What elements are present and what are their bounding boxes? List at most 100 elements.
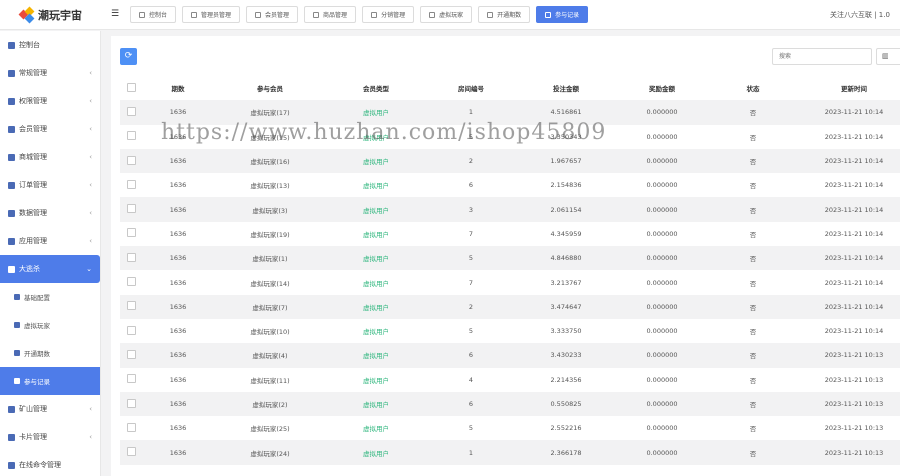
row-select-cell[interactable]: [120, 392, 142, 416]
row-checkbox[interactable]: [126, 447, 136, 457]
table-cell: 1: [468, 448, 474, 457]
table-cell: 否: [749, 133, 757, 142]
table-row[interactable]: 1636 虚拟玩家(10) 虚拟用户 5 3.333750 0.000000 否 2023-1…: [120, 318, 900, 344]
column-header[interactable]: 投注金额: [516, 76, 616, 100]
tab-7[interactable]: 参与记录: [536, 6, 589, 23]
row-select-cell[interactable]: [120, 222, 142, 246]
tab-4[interactable]: 分销管理: [362, 6, 415, 23]
table-row[interactable]: 1636 虚拟玩家(3) 虚拟用户 3 2.061154 0.000000 否 2023-11…: [120, 197, 900, 222]
row-checkbox[interactable]: [126, 106, 136, 116]
table-cell: 1636: [169, 351, 187, 360]
table-cell: 1636: [169, 205, 187, 214]
logo[interactable]: 潮玩宇宙: [0, 0, 101, 30]
row-select-cell[interactable]: [120, 416, 142, 440]
row-checkbox[interactable]: [126, 374, 136, 384]
table-row[interactable]: 1636 虚拟玩家(24) 虚拟用户 1 2.366178 0.000000 否 2023-1…: [120, 440, 900, 465]
row-select-cell[interactable]: [120, 125, 142, 149]
row-checkbox[interactable]: [126, 131, 136, 141]
table-row[interactable]: 1636 虚拟玩家(4) 虚拟用户 6 3.430233 0.000000 否 2023-11…: [120, 343, 900, 368]
top-bar: 潮玩宇宙 ☰ 控制台 管理员管理 会员管理 商品管理 分销管理 虚拟玩家 开通期数 参与记录 …: [0, 0, 900, 30]
column-header[interactable]: 状态: [708, 76, 798, 100]
row-checkbox[interactable]: [126, 422, 136, 432]
column-header[interactable]: 参与会员: [214, 76, 326, 100]
row-checkbox[interactable]: [126, 252, 136, 262]
table-row[interactable]: 1636 虚拟玩家(25) 虚拟用户 5 2.552216 0.000000 否 2023-1…: [120, 416, 900, 441]
table-cell: 2023-11-21 10:14: [824, 157, 884, 166]
row-checkbox[interactable]: [126, 301, 136, 311]
select-all-cell[interactable]: [120, 76, 142, 100]
sidebar-item-label: 商城管理: [19, 153, 47, 161]
row-select-cell[interactable]: [120, 173, 142, 197]
columns-button[interactable]: ▥: [876, 48, 900, 65]
menu-toggle-icon[interactable]: ☰: [111, 9, 119, 19]
select-all-checkbox[interactable]: [126, 82, 136, 92]
table-cell: 否: [749, 230, 757, 239]
table-row[interactable]: 1636 虚拟玩家(17) 虚拟用户 1 4.516861 0.000000 否 2023-1…: [120, 100, 900, 125]
table-row[interactable]: 1636 虚拟玩家(7) 虚拟用户 2 3.474647 0.000000 否 2023-11…: [120, 294, 900, 319]
row-select-cell[interactable]: [120, 149, 142, 173]
row-select-cell[interactable]: [120, 440, 142, 464]
row-select-cell[interactable]: [120, 246, 142, 270]
tab-5[interactable]: 虚拟玩家: [420, 6, 473, 23]
row-select-cell[interactable]: [120, 270, 142, 294]
sidebar-item-main-6[interactable]: 数据管理 ‹: [0, 199, 100, 227]
table-cell: 0.000000: [646, 278, 678, 287]
top-right-text[interactable]: 关注八六互联 | 1.0: [830, 10, 900, 20]
row-checkbox[interactable]: [126, 228, 136, 238]
row-select-cell[interactable]: [120, 368, 142, 392]
sidebar-item-after-2[interactable]: 在线命令管理: [0, 451, 100, 476]
sidebar-item-main-2[interactable]: 权限管理 ‹: [0, 87, 100, 115]
row-select-cell[interactable]: [120, 343, 142, 367]
sidebar-item-main-5[interactable]: 订单管理 ‹: [0, 171, 100, 199]
table-cell: 2023-11-21 10:14: [824, 205, 884, 214]
row-checkbox[interactable]: [126, 179, 136, 189]
sidebar-item-main-7[interactable]: 应用管理 ‹: [0, 227, 100, 255]
row-select-cell[interactable]: [120, 197, 142, 221]
sidebar-subitem-0[interactable]: 基础配置: [0, 283, 100, 311]
sidebar-item-main-1[interactable]: 常规管理 ‹: [0, 59, 100, 87]
tab-label: 参与记录: [555, 12, 580, 19]
table-row[interactable]: 1636 虚拟玩家(16) 虚拟用户 2 1.967657 0.000000 否 2023-1…: [120, 148, 900, 174]
table-row[interactable]: 1636 虚拟玩家(1) 虚拟用户 5 4.846880 0.000000 否 2023-11…: [120, 246, 900, 271]
tab-2[interactable]: 会员管理: [246, 6, 299, 23]
row-checkbox[interactable]: [126, 398, 136, 408]
row-select-cell[interactable]: [120, 319, 142, 343]
sidebar-item-main-0[interactable]: 控制台: [0, 31, 100, 59]
sidebar-item-after-1[interactable]: 卡片管理 ‹: [0, 423, 100, 451]
sidebar-item-main-8[interactable]: 大逃杀 ⌄: [0, 255, 100, 283]
search-input[interactable]: [772, 48, 872, 65]
table-row[interactable]: 1636 虚拟玩家(14) 虚拟用户 7 3.213767 0.000000 否 2023-1…: [120, 270, 900, 295]
column-header[interactable]: 会员类型: [326, 76, 426, 100]
table-row[interactable]: 1636 虚拟玩家(19) 虚拟用户 7 4.345959 0.000000 否 2023-1…: [120, 221, 900, 247]
row-checkbox[interactable]: [126, 155, 136, 165]
sidebar-subitem-1[interactable]: 虚拟玩家: [0, 311, 100, 339]
row-checkbox[interactable]: [126, 204, 136, 214]
row-checkbox[interactable]: [126, 277, 136, 287]
sidebar-subitem-label: 基础配置: [24, 294, 50, 302]
sidebar-subitem-2[interactable]: 开通期数: [0, 339, 100, 367]
column-header[interactable]: 期数: [142, 76, 214, 100]
row-checkbox[interactable]: [126, 325, 136, 335]
table-row[interactable]: 1636 虚拟玩家(11) 虚拟用户 4 2.214356 0.000000 否 2023-1…: [120, 367, 900, 392]
sidebar-item-after-0[interactable]: 矿山管理 ‹: [0, 395, 100, 423]
row-select-cell[interactable]: [120, 295, 142, 319]
tab-0[interactable]: 控制台: [130, 6, 177, 23]
table-row[interactable]: 1636 虚拟玩家(2) 虚拟用户 6 0.550825 0.000000 否 2023-11…: [120, 391, 900, 417]
column-header[interactable]: 房间编号: [426, 76, 516, 100]
table-row[interactable]: 1636 虚拟玩家(13) 虚拟用户 6 2.154836 0.000000 否 2023-1…: [120, 173, 900, 198]
refresh-button[interactable]: ⟳: [120, 48, 137, 65]
tab-3[interactable]: 商品管理: [304, 6, 357, 23]
column-header[interactable]: 更新时间: [798, 76, 900, 100]
list-icon: [8, 461, 15, 469]
sidebar-subitem-3[interactable]: 参与记录: [0, 367, 100, 395]
table-row[interactable]: 1636 虚拟玩家(15) 虚拟用户 5 3.350343 0.000000 否 2023-1…: [120, 124, 900, 149]
column-header[interactable]: 奖励金额: [616, 76, 708, 100]
tab-6[interactable]: 开通期数: [478, 6, 531, 23]
row-select-cell[interactable]: [120, 100, 142, 124]
table-cell: 2023-11-21 10:14: [824, 302, 884, 311]
row-checkbox[interactable]: [126, 349, 136, 359]
sidebar-item-main-4[interactable]: 商城管理 ‹: [0, 143, 100, 171]
table-cell: 否: [749, 109, 757, 118]
sidebar-item-main-3[interactable]: 会员管理 ‹: [0, 115, 100, 143]
tab-1[interactable]: 管理员管理: [182, 6, 241, 23]
